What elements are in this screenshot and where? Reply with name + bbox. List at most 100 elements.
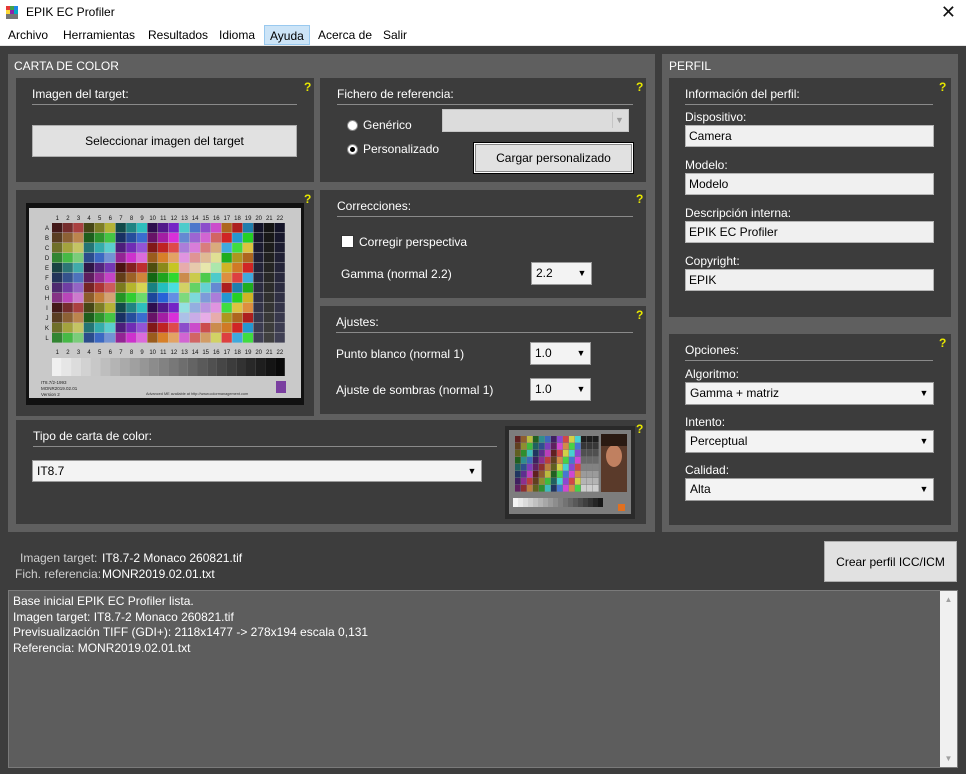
color-patch (200, 243, 211, 253)
color-patch (62, 223, 73, 233)
color-patch (115, 273, 126, 283)
color-patch (115, 263, 126, 273)
color-patch (179, 253, 190, 263)
scroll-down-arrow-icon[interactable]: ▼ (940, 750, 957, 767)
help-question-icon[interactable]: ? (636, 192, 643, 206)
thumb-patch (575, 478, 581, 485)
thumb-patch (545, 485, 551, 492)
color-patch (221, 293, 232, 303)
thumb-patch (533, 464, 539, 471)
tipo-carta-select[interactable]: IT8.7 ▼ (32, 460, 482, 482)
radio-generico[interactable] (347, 120, 358, 131)
gray-step (168, 358, 179, 376)
log-scrollbar[interactable]: ▲ ▼ (940, 591, 957, 767)
calidad-select[interactable]: Alta ▼ (685, 478, 934, 501)
thumb-patch (587, 436, 593, 443)
sombras-select[interactable]: 1.0 ▼ (530, 378, 591, 401)
color-patch (242, 303, 253, 313)
menu-acerca-de[interactable]: Acerca de (318, 28, 372, 42)
color-patch (136, 283, 147, 293)
color-patch (126, 333, 137, 343)
gray-step (255, 358, 266, 376)
col-number: 21 (266, 216, 273, 222)
chevron-down-icon: ▼ (919, 436, 929, 446)
scroll-up-arrow-icon[interactable]: ▲ (940, 591, 957, 608)
color-patch (83, 223, 94, 233)
color-patch (105, 293, 116, 303)
algoritmo-select[interactable]: Gamma + matriz ▼ (685, 382, 934, 405)
color-patch (136, 273, 147, 283)
color-patch (211, 323, 222, 333)
color-patch (221, 263, 232, 273)
row-letter: C (45, 246, 50, 252)
color-patch (94, 263, 105, 273)
help-question-icon[interactable]: ? (304, 80, 311, 94)
thumb-patch (587, 464, 593, 471)
color-patch (168, 313, 179, 323)
color-patch (105, 253, 116, 263)
color-patch (147, 273, 158, 283)
col-number: 12 (171, 350, 178, 356)
color-patch (126, 263, 137, 273)
menu-ayuda[interactable]: Ayuda (264, 25, 310, 45)
color-patch (253, 293, 264, 303)
help-question-icon[interactable]: ? (636, 422, 643, 436)
help-question-icon[interactable]: ? (304, 192, 311, 206)
copyright-field[interactable]: EPIK (685, 269, 934, 291)
color-patch (73, 323, 84, 333)
cargar-personalizado-button[interactable]: Cargar personalizado (473, 142, 634, 174)
help-question-icon[interactable]: ? (636, 80, 643, 94)
color-patch (168, 323, 179, 333)
color-patch (168, 283, 179, 293)
gray-step (207, 358, 217, 376)
log-textarea[interactable]: Base inicial EPIK EC Profiler lista. Ima… (8, 590, 958, 768)
help-question-icon[interactable]: ? (939, 80, 946, 94)
color-patch (274, 293, 285, 303)
thumb-gray-step (538, 498, 543, 507)
thumb-patch (587, 443, 593, 450)
color-patch (147, 313, 158, 323)
menu-archivo[interactable]: Archivo (8, 28, 48, 42)
thumb-patch (557, 478, 563, 485)
color-patch (105, 313, 116, 323)
color-patch (189, 283, 200, 293)
intento-select[interactable]: Perceptual ▼ (685, 430, 934, 453)
descripcion-field[interactable]: EPIK EC Profiler (685, 221, 934, 243)
punto-blanco-select[interactable]: 1.0 ▼ (530, 342, 591, 365)
crear-perfil-button[interactable]: Crear perfil ICC/ICM (824, 541, 957, 582)
menu-salir[interactable]: Salir (383, 28, 407, 42)
color-patch (211, 273, 222, 283)
color-patch (264, 293, 275, 303)
thumb-patch (593, 436, 599, 443)
copyright-label: Copyright: (685, 254, 740, 268)
gray-step (275, 358, 285, 376)
modelo-field[interactable]: Modelo (685, 173, 934, 195)
radio-personalizado[interactable] (347, 144, 358, 155)
color-patch (168, 243, 179, 253)
corregir-perspectiva-checkbox[interactable] (341, 235, 354, 248)
thumb-patch (581, 457, 587, 464)
menu-idioma[interactable]: Idioma (219, 28, 255, 42)
seleccionar-imagen-button[interactable]: Seleccionar imagen del target (32, 125, 297, 157)
help-question-icon[interactable]: ? (939, 336, 946, 350)
color-patch (83, 283, 94, 293)
sombras-label: Ajuste de sombras (normal 1) (336, 383, 494, 397)
generico-select[interactable]: ▼ (442, 109, 629, 132)
color-patch (179, 333, 190, 343)
dispositivo-field[interactable]: Camera (685, 125, 934, 147)
correcciones-header: Correcciones: (337, 199, 633, 217)
color-patch (62, 273, 73, 283)
gamma-select[interactable]: 2.2 ▼ (531, 262, 592, 285)
menu-herramientas[interactable]: Herramientas (63, 28, 135, 42)
menu-bar: Archivo Herramientas Resultados Idioma A… (0, 25, 966, 46)
thumb-gray-step (593, 498, 598, 507)
gray-step (52, 358, 62, 376)
help-question-icon[interactable]: ? (636, 308, 643, 322)
thumb-gray-step (543, 498, 548, 507)
menu-resultados[interactable]: Resultados (148, 28, 208, 42)
color-patch (105, 273, 116, 283)
color-patch (253, 273, 264, 283)
close-icon[interactable]: ✕ (941, 2, 956, 23)
thumb-patch (593, 457, 599, 464)
gray-step (236, 358, 246, 376)
